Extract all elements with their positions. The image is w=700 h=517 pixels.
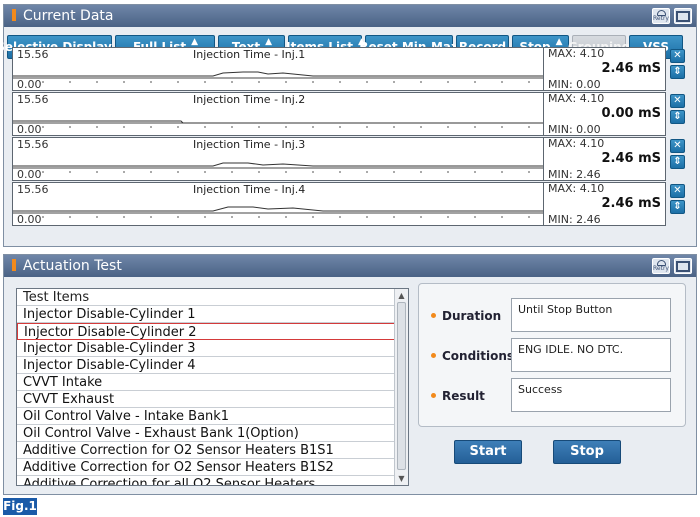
graph-max-label: 15.56 bbox=[17, 138, 49, 151]
current-data-title-bar: Current Data Retry bbox=[4, 5, 696, 27]
graph-name: Injection Time - Inj.2 bbox=[193, 93, 306, 106]
graph-row-inj4: 15.56 0.00 Injection Time - Inj.4 MAX: 4… bbox=[12, 182, 693, 227]
graph-value-box: MAX: 4.10 0.00 mS MIN: 0.00 bbox=[544, 92, 666, 136]
retry-button[interactable]: Retry bbox=[652, 8, 670, 24]
stat-min: MIN: 0.00 bbox=[548, 123, 601, 136]
stat-min: MIN: 2.46 bbox=[548, 168, 601, 181]
graph-name: Injection Time - Inj.1 bbox=[193, 48, 306, 61]
graph-row-inj3: 15.56 0.00 Injection Time - Inj.3 MAX: 4… bbox=[12, 137, 693, 182]
stop-button[interactable]: Stop bbox=[553, 440, 621, 464]
graph-min-label: 0.00 bbox=[17, 123, 42, 136]
expand-icon[interactable]: ⇕ bbox=[670, 200, 685, 214]
list-item[interactable]: Additive Correction for all O2 Sensor He… bbox=[17, 476, 395, 485]
list-header: Test Items bbox=[17, 289, 395, 306]
stat-min: MIN: 0.00 bbox=[548, 78, 601, 91]
graph-row-inj1: 15.56 0.00 Injection Time - Inj.1 MAX: 4… bbox=[12, 47, 693, 92]
close-icon[interactable]: ✕ bbox=[670, 139, 685, 153]
graph-plot: 15.56 0.00 Injection Time - Inj.3 bbox=[12, 137, 544, 181]
test-info-box: Duration Until Stop Button Conditions EN… bbox=[418, 283, 686, 427]
graph-plot: 15.56 0.00 Injection Time - Inj.1 bbox=[12, 47, 544, 91]
list-item[interactable]: Additive Correction for O2 Sensor Heater… bbox=[17, 442, 395, 459]
list-item-selected[interactable]: Injector Disable-Cylinder 2 bbox=[17, 323, 395, 340]
stat-max: MAX: 4.10 bbox=[548, 92, 605, 105]
conditions-row: Conditions ENG IDLE. NO DTC. bbox=[431, 338, 681, 372]
list-item[interactable]: Additive Correction for O2 Sensor Heater… bbox=[17, 459, 395, 476]
figure-label: Fig.1 bbox=[3, 498, 37, 515]
retry-button[interactable]: Retry bbox=[652, 258, 670, 274]
graph-row-inj2: 15.56 0.00 Injection Time - Inj.2 MAX: 4… bbox=[12, 92, 693, 137]
current-value: 2.46 mS bbox=[601, 196, 661, 211]
list-item[interactable]: Oil Control Valve - Intake Bank1 bbox=[17, 408, 395, 425]
scroll-up-icon[interactable]: ▲ bbox=[396, 290, 407, 301]
actuation-title-bar: Actuation Test Retry bbox=[4, 255, 696, 277]
expand-icon[interactable]: ⇕ bbox=[670, 155, 685, 169]
actuation-title: Actuation Test bbox=[23, 258, 122, 274]
list-item[interactable]: Injector Disable-Cylinder 1 bbox=[17, 306, 395, 323]
graph-name: Injection Time - Inj.3 bbox=[193, 138, 306, 151]
test-items-list: Test Items Injector Disable-Cylinder 1 I… bbox=[16, 288, 409, 486]
duration-value: Until Stop Button bbox=[511, 298, 671, 332]
current-value: 2.46 mS bbox=[601, 151, 661, 166]
duration-label: Duration bbox=[431, 309, 501, 323]
graph-plot: 15.56 0.00 Injection Time - Inj.4 bbox=[12, 182, 544, 226]
scrollbar-thumb[interactable] bbox=[397, 302, 406, 470]
conditions-label: Conditions bbox=[431, 349, 514, 363]
list-item[interactable]: CVVT Intake bbox=[17, 374, 395, 391]
graph-max-label: 15.56 bbox=[17, 93, 49, 106]
graph-max-label: 15.56 bbox=[17, 183, 49, 196]
actuation-test-panel: Actuation Test Retry Test Items Injector… bbox=[3, 254, 697, 495]
stat-max: MAX: 4.10 bbox=[548, 47, 605, 60]
stat-max: MAX: 4.10 bbox=[548, 182, 605, 195]
graph-min-label: 0.00 bbox=[17, 78, 42, 91]
list-item[interactable]: Injector Disable-Cylinder 4 bbox=[17, 357, 395, 374]
current-data-panel: Current Data Retry Selective Display▲▼ F… bbox=[0, 4, 697, 247]
restore-window-button[interactable] bbox=[674, 258, 692, 274]
title-marker bbox=[12, 259, 16, 271]
stat-min: MIN: 2.46 bbox=[548, 213, 601, 226]
current-value: 0.00 mS bbox=[601, 106, 661, 121]
close-icon[interactable]: ✕ bbox=[670, 94, 685, 108]
list-item[interactable]: Injector Disable-Cylinder 3 bbox=[17, 340, 395, 357]
conditions-value: ENG IDLE. NO DTC. bbox=[511, 338, 671, 372]
scroll-down-icon[interactable]: ▼ bbox=[396, 473, 407, 484]
current-data-title: Current Data bbox=[23, 8, 114, 24]
expand-icon[interactable]: ⇕ bbox=[670, 65, 685, 79]
list-item[interactable]: Oil Control Valve - Exhaust Bank 1(Optio… bbox=[17, 425, 395, 442]
graph-area: 15.56 0.00 Injection Time - Inj.1 MAX: 4… bbox=[12, 47, 693, 241]
close-icon[interactable]: ✕ bbox=[670, 184, 685, 198]
graph-min-label: 0.00 bbox=[17, 213, 42, 226]
stat-max: MAX: 4.10 bbox=[548, 137, 605, 150]
graph-min-label: 0.00 bbox=[17, 168, 42, 181]
result-label: Result bbox=[431, 389, 485, 403]
graph-name: Injection Time - Inj.4 bbox=[193, 183, 306, 196]
expand-icon[interactable]: ⇕ bbox=[670, 110, 685, 124]
restore-window-button[interactable] bbox=[674, 8, 692, 24]
result-value: Success bbox=[511, 378, 671, 412]
graph-value-box: MAX: 4.10 2.46 mS MIN: 2.46 bbox=[544, 137, 666, 181]
result-row: Result Success bbox=[431, 378, 681, 412]
current-value: 2.46 mS bbox=[601, 61, 661, 76]
duration-row: Duration Until Stop Button bbox=[431, 298, 681, 332]
graph-max-label: 15.56 bbox=[17, 48, 49, 61]
graph-value-box: MAX: 4.10 2.46 mS MIN: 0.00 bbox=[544, 47, 666, 91]
start-button[interactable]: Start bbox=[454, 440, 522, 464]
list-item[interactable]: CVVT Exhaust bbox=[17, 391, 395, 408]
list-scrollbar[interactable]: ▲ ▼ bbox=[394, 289, 408, 485]
close-icon[interactable]: ✕ bbox=[670, 49, 685, 63]
graph-value-box: MAX: 4.10 2.46 mS MIN: 2.46 bbox=[544, 182, 666, 226]
graph-plot: 15.56 0.00 Injection Time - Inj.2 bbox=[12, 92, 544, 136]
title-marker bbox=[12, 9, 16, 21]
